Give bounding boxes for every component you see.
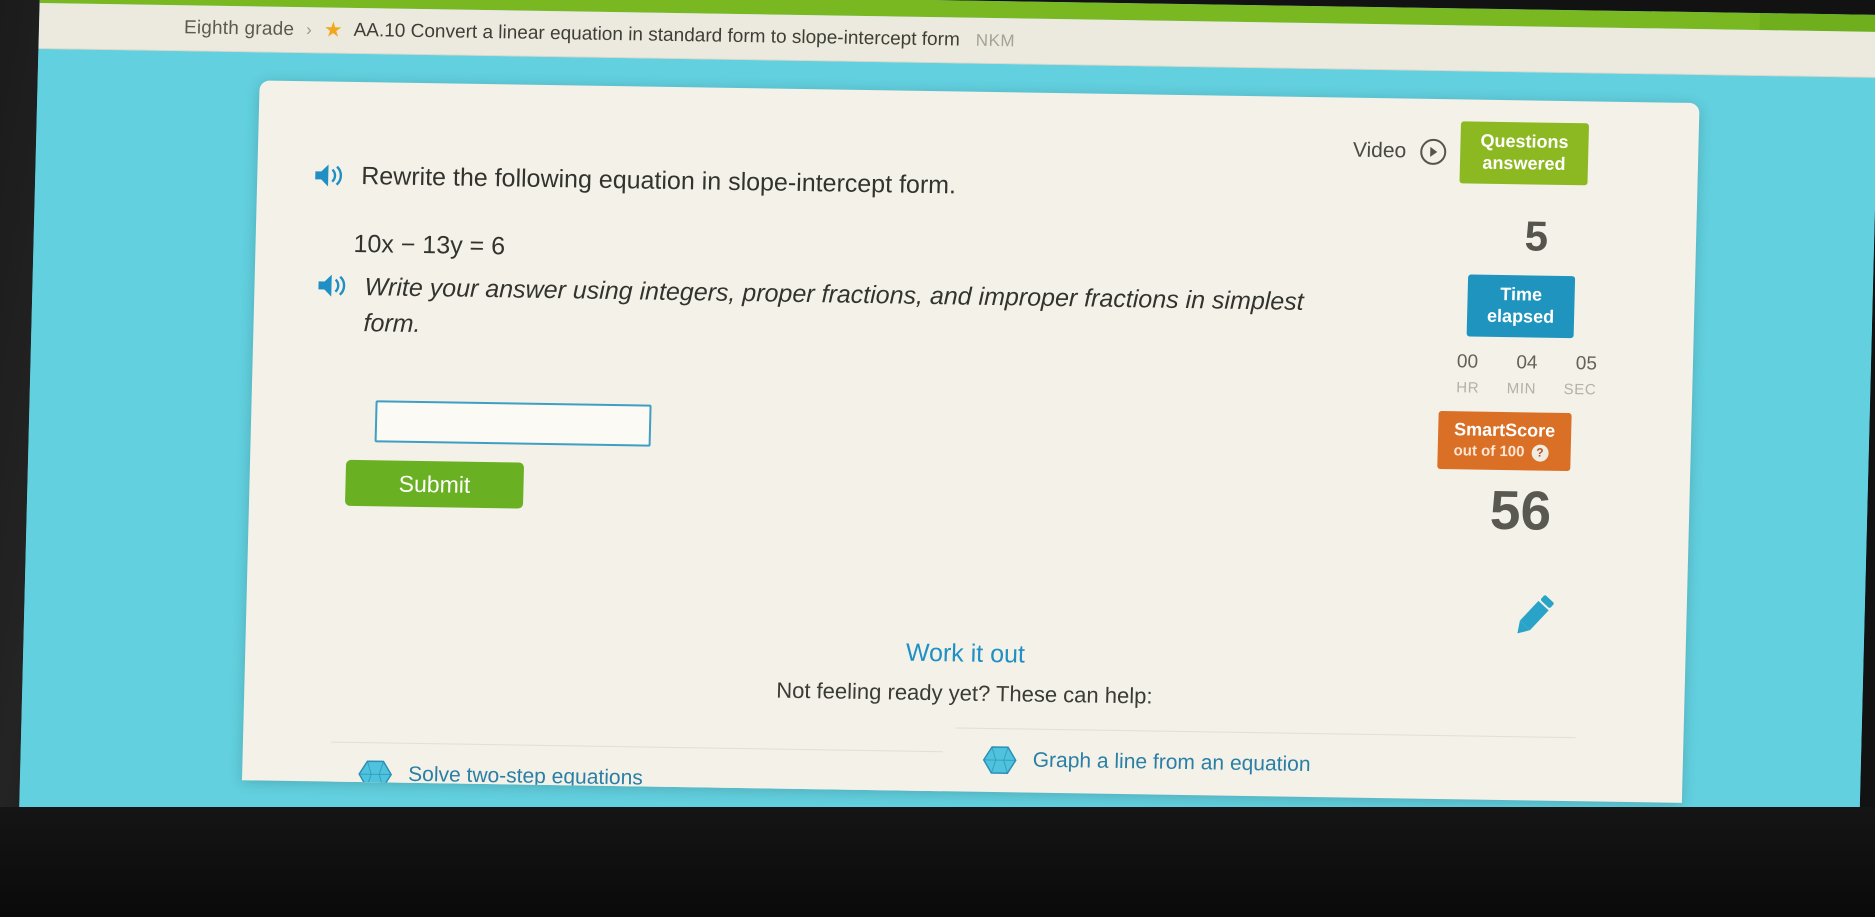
time-hours-value: 00: [1456, 351, 1479, 373]
help-links: Solve two-step equations Graph a line fr…: [242, 716, 1684, 803]
breadcrumb-skill-code: NKM: [975, 30, 1016, 50]
help-question-icon[interactable]: ?: [1531, 444, 1549, 462]
questions-answered-label-line2: answered: [1482, 152, 1566, 174]
pencil-icon[interactable]: [1506, 588, 1561, 643]
answer-input[interactable]: [374, 400, 652, 447]
answer-instruction-block: Write your answer using integers, proper…: [315, 269, 1317, 356]
time-seconds-value: 05: [1575, 353, 1598, 375]
smartscore-subtitle: out of 100: [1453, 442, 1525, 461]
breadcrumb-grade[interactable]: Eighth grade: [184, 17, 295, 41]
time-seconds-label: SEC: [1563, 380, 1597, 399]
help-link-solve-two-step-equations[interactable]: Solve two-step equations: [329, 741, 943, 803]
question-prompt-text: Rewrite the following equation in slope-…: [360, 162, 957, 200]
work-it-out-subtitle: Not feeling ready yet? These can help:: [775, 677, 1153, 709]
browser-viewport: Eighth grade › ★ AA.10 Convert a linear …: [17, 0, 1875, 895]
time-elapsed-label-line2: elapsed: [1486, 305, 1555, 327]
questions-answered-count: 5: [1524, 212, 1549, 260]
star-icon[interactable]: ★: [323, 17, 343, 42]
questions-answered-badge: Questions answered: [1459, 121, 1590, 186]
photo-frame: Eighth grade › ★ AA.10 Convert a linear …: [0, 0, 1875, 917]
breadcrumb-separator: ›: [305, 19, 313, 39]
play-circle-icon[interactable]: [1419, 138, 1447, 166]
smartscore-subtitle-row: out of 100 ?: [1453, 442, 1555, 462]
time-minutes-label: MIN: [1506, 380, 1537, 398]
video-row: Video Questions answered: [1352, 120, 1590, 186]
time-hours-label: HR: [1456, 379, 1480, 397]
help-link-graph-a-line-from-an-equation[interactable]: Graph a line from an equation: [953, 727, 1576, 800]
question-prompt-block: Rewrite the following equation in slope-…: [311, 159, 1313, 274]
questions-answered-label-line1: Questions: [1480, 130, 1569, 153]
help-link-label-2: Graph a line from an equation: [1032, 748, 1311, 776]
question-card: Video Questions answered 5 Time elapsed …: [241, 80, 1700, 803]
time-elapsed-label-line1: Time: [1500, 283, 1543, 305]
diamond-skill-icon-2: [982, 744, 1017, 775]
submit-button[interactable]: Submit: [344, 459, 525, 509]
time-elapsed-values: 00 04 05: [1457, 351, 1598, 375]
time-elapsed-badge: Time elapsed: [1466, 274, 1576, 339]
help-link-label: Solve two-step equations: [407, 762, 644, 790]
speaker-icon[interactable]: [313, 162, 344, 193]
video-label[interactable]: Video: [1353, 139, 1407, 164]
monitor-bezel-bottom: [0, 807, 1875, 917]
page-background: Video Questions answered 5 Time elapsed …: [17, 48, 1875, 895]
time-minutes-value: 04: [1516, 352, 1538, 374]
smartscore-badge: SmartScore out of 100 ?: [1437, 411, 1572, 472]
diamond-skill-icon: [358, 759, 393, 790]
screen-surface: Eighth grade › ★ AA.10 Convert a linear …: [17, 0, 1875, 895]
breadcrumb-skill-title: AA.10 Convert a linear equation in stand…: [353, 19, 961, 50]
answer-instruction-text: Write your answer using integers, proper…: [363, 273, 1305, 338]
app-top-bar-right: [1759, 13, 1875, 32]
smartscore-value: 56: [1489, 478, 1552, 542]
time-elapsed-units: HR MIN SEC: [1456, 379, 1596, 398]
question-equation: 10x − 13y = 6: [353, 229, 506, 261]
work-it-out-section: Work it out Not feeling ready yet? These…: [244, 628, 1686, 718]
speaker-icon-instruction[interactable]: [316, 272, 347, 303]
smartscore-title: SmartScore: [1453, 419, 1556, 441]
